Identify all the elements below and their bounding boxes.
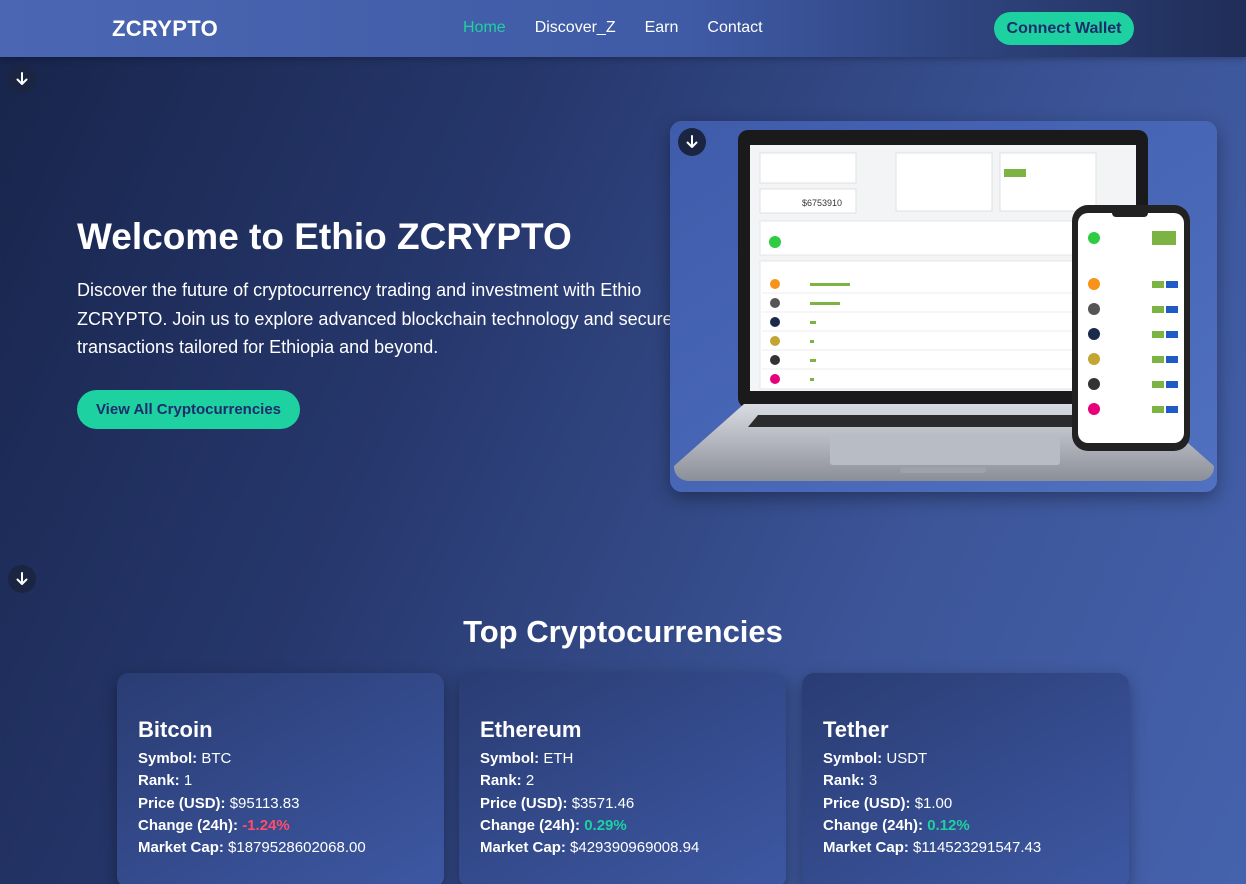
market-cap-row: Market Cap: $429390969008.94 xyxy=(480,839,700,857)
scroll-down-button[interactable] xyxy=(8,65,36,93)
rank-row: Rank: 3 xyxy=(823,772,878,790)
logo[interactable]: ZCRYPTO xyxy=(112,16,218,42)
nav-link-contact[interactable]: Contact xyxy=(707,19,762,37)
rank-row: Rank: 2 xyxy=(480,772,535,790)
section-title: Top Cryptocurrencies xyxy=(463,614,783,649)
market-cap-row: Market Cap: $114523291547.43 xyxy=(823,839,1042,857)
connect-wallet-button[interactable]: Connect Wallet xyxy=(994,12,1134,45)
arrow-down-icon xyxy=(16,72,28,85)
view-all-cryptocurrencies-button[interactable]: View All Cryptocurrencies xyxy=(77,390,300,429)
market-cap-row: Market Cap: $1879528602068.00 xyxy=(138,839,366,857)
crypto-card[interactable]: Ethereum Symbol: ETH Rank: 2 Price (USD)… xyxy=(459,673,786,884)
top-nav: ZCRYPTO Home Discover_Z Earn Contact Con… xyxy=(0,0,1246,57)
rank-row: Rank: 1 xyxy=(138,772,193,790)
nav-link-earn[interactable]: Earn xyxy=(645,19,679,37)
crypto-card[interactable]: Tether Symbol: USDT Rank: 3 Price (USD):… xyxy=(802,673,1129,884)
symbol-row: Symbol: USDT xyxy=(823,750,928,767)
crypto-name: Tether xyxy=(823,717,889,742)
nav-link-home[interactable]: Home xyxy=(463,19,506,37)
mockup-portfolio-value: $6753910 xyxy=(802,198,842,208)
arrow-down-icon xyxy=(686,135,698,148)
price-row: Price (USD): $1.00 xyxy=(823,794,953,812)
crypto-name: Ethereum xyxy=(480,717,582,742)
change-value: -1.24% xyxy=(242,816,290,834)
scroll-down-button[interactable] xyxy=(8,565,36,593)
crypto-name: Bitcoin xyxy=(138,717,213,742)
change-row: Change (24h): -1.24% xyxy=(138,816,290,834)
hero-device-mockup-image: $6753910 xyxy=(670,121,1217,492)
nav-link-discover[interactable]: Discover_Z xyxy=(535,19,616,37)
hero-description: Discover the future of cryptocurrency tr… xyxy=(77,280,673,357)
nav-links: Home Discover_Z Earn Contact xyxy=(463,19,792,37)
price-row: Price (USD): $3571.46 xyxy=(480,794,635,812)
change-value: 0.12% xyxy=(927,816,970,834)
scroll-down-button[interactable] xyxy=(678,128,706,156)
price-row: Price (USD): $95113.83 xyxy=(138,794,300,812)
change-row: Change (24h): 0.12% xyxy=(823,816,970,834)
arrow-down-icon xyxy=(16,572,28,585)
symbol-row: Symbol: BTC xyxy=(138,750,232,767)
crypto-card[interactable]: Bitcoin Symbol: BTC Rank: 1 Price (USD):… xyxy=(117,673,444,884)
hero-title: Welcome to Ethio ZCRYPTO xyxy=(77,216,572,257)
change-value: 0.29% xyxy=(584,816,627,834)
symbol-row: Symbol: ETH xyxy=(480,750,574,767)
change-row: Change (24h): 0.29% xyxy=(480,816,627,834)
